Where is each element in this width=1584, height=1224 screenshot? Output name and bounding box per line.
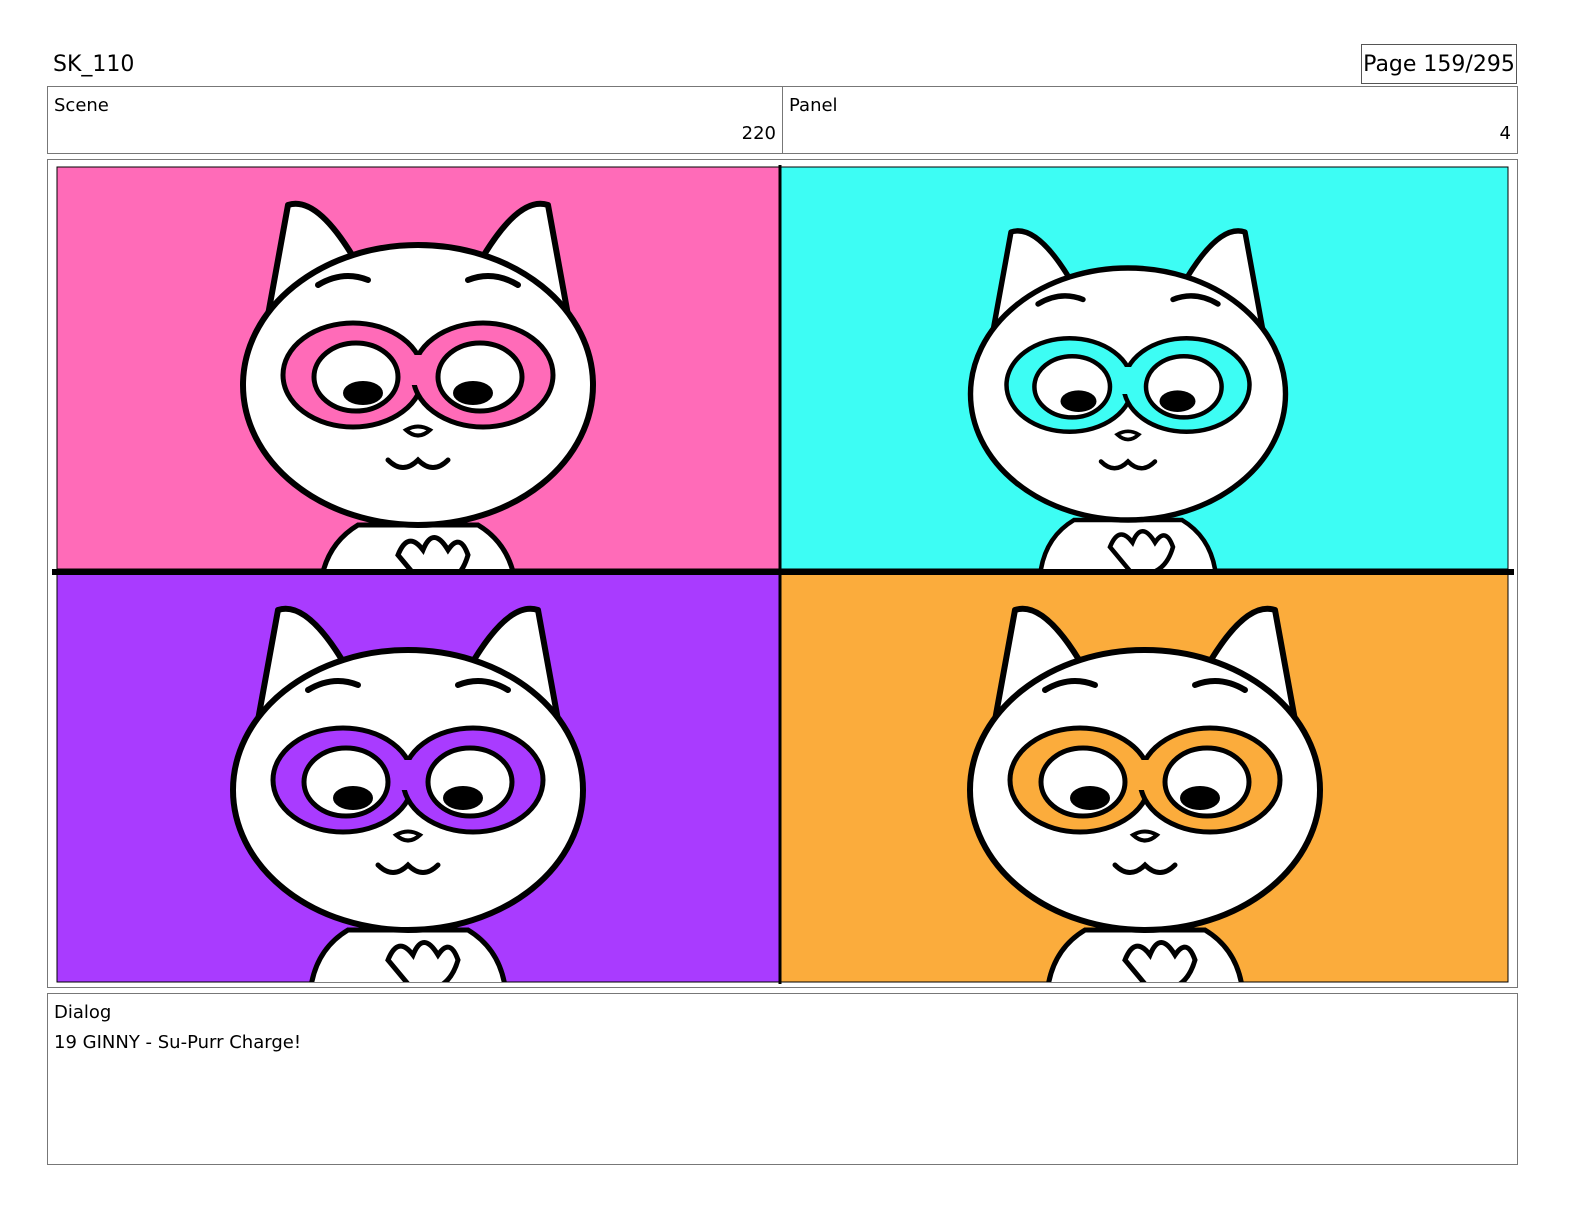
dialog-line: 19 GINNY - Su-Purr Charge! (54, 1032, 302, 1053)
panel-artwork-frame (47, 159, 1518, 988)
page-number: Page 159/295 (1361, 44, 1517, 84)
scene-value: 220 (741, 123, 776, 144)
scene-cell: Scene 220 (48, 87, 782, 153)
info-row: Scene 220 Panel 4 (47, 86, 1518, 154)
dialog-box: Dialog 19 GINNY - Su-Purr Charge! (47, 993, 1518, 1165)
dialog-label: Dialog (54, 1002, 112, 1023)
storyboard-title: SK_110 (53, 52, 135, 77)
panel-value: 4 (1499, 123, 1511, 144)
panel-artwork (52, 165, 1514, 984)
panel-cell: Panel 4 (782, 87, 1517, 153)
panel-label: Panel (789, 95, 838, 116)
scene-label: Scene (54, 95, 109, 116)
